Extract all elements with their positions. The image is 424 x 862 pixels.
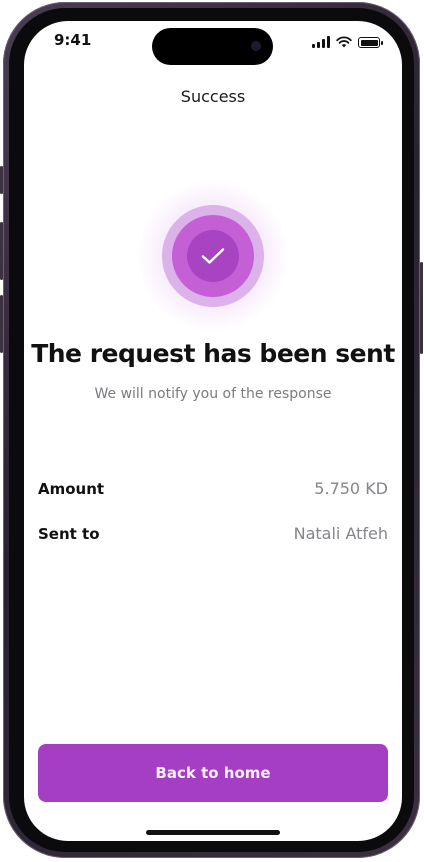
detail-label: Amount [38, 479, 105, 498]
success-headline: The request has been sent [31, 339, 395, 368]
detail-value: 5.750 KD [314, 479, 388, 498]
back-to-home-button[interactable]: Back to home [38, 744, 388, 802]
success-subline: We will notify you of the response [94, 386, 332, 402]
page-title: Success [180, 87, 246, 106]
status-time: 9:41 [54, 31, 92, 49]
detail-row-recipient: Sent to Natali Atfeh [38, 524, 388, 543]
detail-label: Sent to [38, 524, 100, 543]
battery-icon [358, 37, 383, 48]
volume-up-button [0, 222, 3, 280]
success-badge [187, 230, 239, 282]
cellular-signal-icon [312, 36, 330, 48]
power-button [420, 262, 423, 354]
checkmark-icon [201, 248, 225, 264]
volume-down-button [0, 295, 3, 353]
phone-screen: 9:41 Success The request has been sent W… [24, 21, 402, 841]
battery-level [360, 39, 378, 46]
action-button [0, 166, 3, 194]
wifi-icon [336, 36, 352, 48]
detail-row-amount: Amount 5.750 KD [38, 479, 388, 498]
device-stage: 9:41 Success The request has been sent W… [0, 0, 424, 862]
home-indicator[interactable] [146, 830, 280, 835]
camera-icon [251, 41, 261, 51]
detail-value: Natali Atfeh [293, 524, 388, 543]
status-icons [312, 34, 383, 48]
dynamic-island [152, 28, 273, 65]
